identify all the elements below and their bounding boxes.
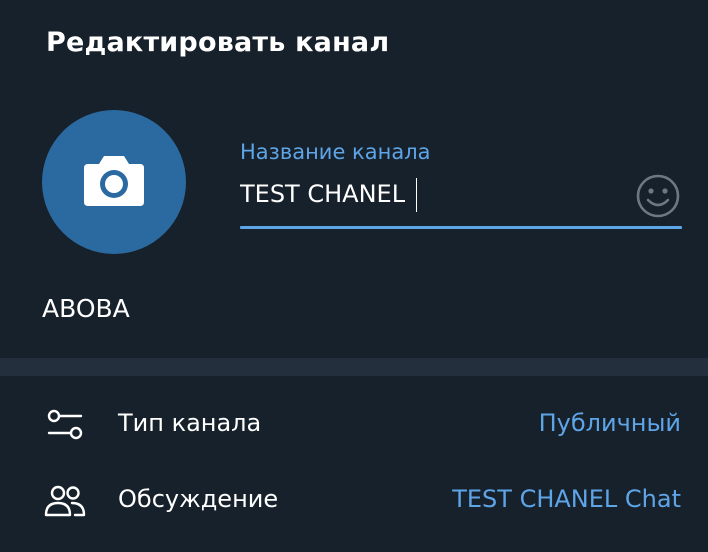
channel-settings-list: Тип канала Публичный Обсуждение TEST CHA… <box>0 376 708 552</box>
channel-photo-caption: ABOBA <box>42 294 130 323</box>
section-divider <box>0 358 708 376</box>
discussion-row[interactable]: Обсуждение TEST CHANEL Chat <box>0 462 708 538</box>
edit-channel-dialog: Редактировать канал ABOBA Название канал… <box>0 0 708 552</box>
channel-type-value: Публичный <box>538 409 681 437</box>
dialog-title: Редактировать канал <box>46 27 390 58</box>
sliders-icon <box>44 404 86 446</box>
camera-icon <box>82 152 146 212</box>
people-icon <box>44 480 86 522</box>
channel-type-row[interactable]: Тип канала Публичный <box>0 386 708 462</box>
channel-photo-button[interactable] <box>42 110 186 254</box>
channel-info-section: Редактировать канал ABOBA Название канал… <box>0 0 708 358</box>
discussion-value: TEST CHANEL Chat <box>452 485 681 513</box>
channel-name-underline <box>240 226 682 229</box>
emoji-button[interactable] <box>634 174 682 222</box>
text-caret <box>416 178 417 212</box>
channel-name-field: Название канала <box>240 140 682 230</box>
channel-name-input[interactable] <box>240 174 620 214</box>
smile-icon <box>635 173 681 223</box>
channel-type-label: Тип канала <box>118 409 262 437</box>
discussion-label: Обсуждение <box>118 485 279 513</box>
channel-name-label: Название канала <box>240 140 431 164</box>
